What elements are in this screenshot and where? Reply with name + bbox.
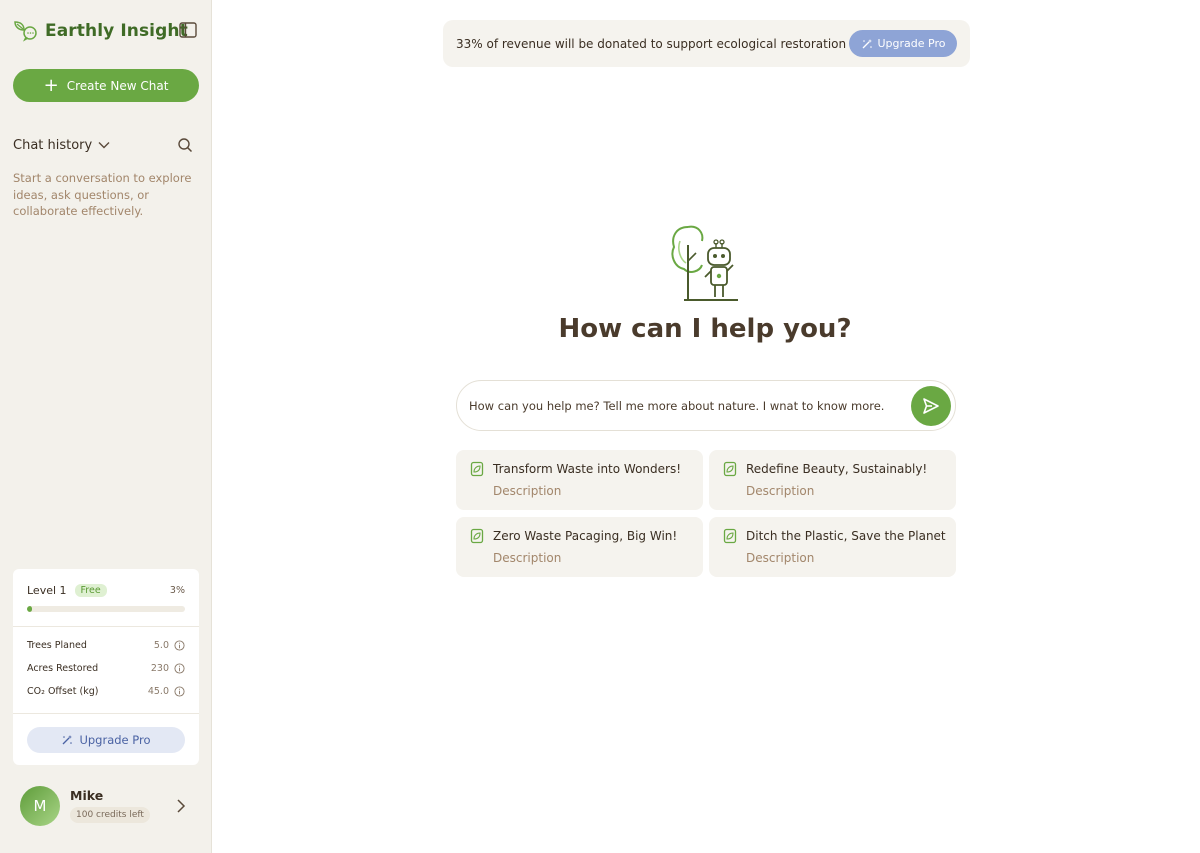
info-icon[interactable]	[174, 640, 185, 651]
suggestion-card[interactable]: Transform Waste into Wonders! Descriptio…	[456, 450, 703, 510]
info-icon[interactable]	[174, 663, 185, 674]
credits-badge: 100 credits left	[70, 807, 150, 823]
stat-value: 45.0	[147, 686, 169, 697]
leaf-doc-icon	[470, 528, 484, 544]
suggestion-title: Ditch the Plastic, Save the Planet	[746, 529, 946, 543]
chevron-right-icon[interactable]	[174, 798, 188, 814]
user-name: Mike	[70, 788, 104, 803]
suggestion-description: Description	[746, 484, 815, 498]
leaf-doc-icon	[723, 461, 737, 477]
stat-label: CO₂ Offset (kg)	[27, 686, 99, 697]
suggestion-description: Description	[493, 551, 562, 565]
level-header: Level 1 Free 3%	[27, 584, 185, 597]
chat-history-label: Chat history	[13, 137, 93, 153]
suggestion-description: Description	[746, 551, 815, 565]
prompt-input[interactable]	[469, 394, 904, 418]
send-icon	[923, 398, 939, 414]
level-progress-fill	[27, 606, 32, 612]
chat-history-empty-hint: Start a conversation to explore ideas, a…	[13, 171, 192, 218]
stat-trees-planted: Trees Planed 5.0	[27, 640, 185, 651]
banner-upgrade-pro-button[interactable]: Upgrade Pro	[849, 30, 957, 57]
stat-value: 5.0	[153, 640, 169, 651]
level-label: Level 1	[27, 584, 67, 597]
leaf-doc-icon	[470, 461, 484, 477]
avatar: M	[20, 786, 60, 826]
create-new-chat-button[interactable]: + Create New Chat	[13, 69, 199, 102]
level-progress-bar	[27, 606, 185, 612]
donation-banner-text: 33% of revenue will be donated to suppor…	[456, 36, 847, 51]
level-progress-text: 3%	[169, 585, 185, 596]
suggestion-card[interactable]: Redefine Beauty, Sustainably! Descriptio…	[709, 450, 956, 510]
stat-acres-restored: Acres Restored 230	[27, 663, 185, 674]
magic-wand-icon	[62, 735, 73, 745]
divider	[13, 713, 199, 714]
app-name: Earthly Insight	[45, 21, 188, 41]
sidebar-toggle-icon[interactable]	[179, 22, 197, 38]
plus-icon: +	[43, 74, 59, 96]
banner-upgrade-pro-label: Upgrade Pro	[877, 37, 946, 50]
magic-wand-icon	[862, 38, 872, 48]
send-button[interactable]	[911, 386, 951, 426]
stat-co2-offset: CO₂ Offset (kg) 45.0	[27, 686, 185, 697]
leaf-doc-icon	[723, 528, 737, 544]
stat-value: 230	[150, 663, 169, 674]
leaf-chat-logo-icon	[14, 21, 37, 42]
donation-banner: 33% of revenue will be donated to suppor…	[443, 20, 970, 67]
suggestion-title: Transform Waste into Wonders!	[493, 462, 682, 476]
sidebar-upgrade-pro-button[interactable]: Upgrade Pro	[27, 727, 185, 753]
suggestion-description: Description	[493, 484, 562, 498]
stat-label: Trees Planed	[27, 640, 87, 651]
user-profile[interactable]: M Mike 100 credits left	[20, 786, 192, 828]
create-new-chat-label: Create New Chat	[66, 78, 169, 93]
brand[interactable]: Earthly Insight	[13, 20, 188, 42]
info-icon[interactable]	[174, 686, 185, 697]
suggestion-title: Redefine Beauty, Sustainably!	[746, 462, 928, 476]
sidebar-upgrade-pro-label: Upgrade Pro	[79, 733, 151, 747]
chevron-down-icon	[98, 142, 110, 149]
chat-history-header: Chat history	[13, 137, 193, 153]
prompt-box	[456, 380, 956, 431]
divider	[13, 626, 199, 627]
chat-history-toggle[interactable]: Chat history	[13, 138, 110, 153]
suggestion-card[interactable]: Ditch the Plastic, Save the Planet Descr…	[709, 517, 956, 577]
level-card: Level 1 Free 3% Trees Planed 5.0 Acres R…	[13, 569, 199, 765]
page-title: How can I help you?	[558, 314, 852, 344]
tree-robot-illustration	[671, 225, 738, 301]
tier-badge: Free	[74, 584, 107, 597]
search-icon[interactable]	[177, 137, 193, 153]
stat-label: Acres Restored	[27, 663, 99, 674]
suggestion-title: Zero Waste Pacaging, Big Win!	[493, 529, 678, 543]
sidebar: Earthly Insight + Create New Chat Chat h…	[0, 0, 212, 853]
suggestion-card[interactable]: Zero Waste Pacaging, Big Win! Descriptio…	[456, 517, 703, 577]
